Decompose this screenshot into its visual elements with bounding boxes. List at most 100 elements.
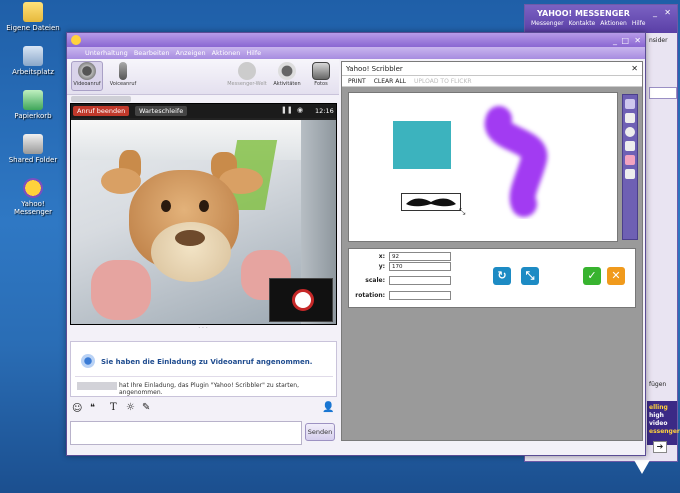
stamp-tool-icon[interactable] bbox=[625, 155, 635, 165]
drawing-canvas[interactable]: ⤡ bbox=[348, 92, 618, 242]
conversation-window: _ □ ✕ Unterhaltung Bearbeiten Anzeigen A… bbox=[66, 32, 646, 456]
bg-search-box[interactable] bbox=[649, 87, 677, 99]
circle-tool-icon[interactable] bbox=[625, 127, 635, 137]
x-input[interactable]: 92 bbox=[389, 252, 451, 261]
yahoo-smiley-icon bbox=[23, 178, 43, 198]
bg-menu-help[interactable]: Hilfe bbox=[632, 20, 646, 27]
menu-conversation[interactable]: Unterhaltung bbox=[85, 49, 128, 59]
desktop-icon-recycle-bin[interactable]: Papierkorb bbox=[4, 90, 62, 120]
desktop-icon-shared-folder[interactable]: Shared Folder bbox=[4, 134, 62, 164]
messenger-brand: YAHOO! MESSENGER bbox=[537, 9, 630, 18]
folder-icon bbox=[23, 2, 43, 22]
close-icon[interactable]: ✕ bbox=[664, 8, 671, 17]
pause-icon[interactable]: ❚❚ bbox=[281, 106, 293, 114]
splitter-handle[interactable]: · · · bbox=[195, 326, 211, 332]
scale-button[interactable]: ⤡ bbox=[521, 267, 539, 285]
confirm-button[interactable]: ✓ bbox=[583, 267, 601, 285]
audible-icon[interactable]: ❝ bbox=[90, 403, 95, 413]
cancel-button[interactable]: ✕ bbox=[607, 267, 625, 285]
formatting-toolbar: ☺ ❝ T ☼ ✎ 👤 bbox=[70, 401, 337, 417]
message-input[interactable] bbox=[70, 421, 302, 445]
desktop-icon-yahoo-messenger[interactable]: Yahoo! Messenger bbox=[4, 178, 62, 216]
shape-properties: x: 92 y: 170 scale: rotation: ↻ ⤡ ✓ ✕ bbox=[348, 248, 636, 308]
close-icon[interactable]: ✕ bbox=[631, 64, 638, 73]
menu-actions[interactable]: Aktionen bbox=[212, 49, 241, 59]
attachment-icon[interactable]: ✎ bbox=[142, 402, 150, 413]
bg-menu-contacts[interactable]: Kontakte bbox=[569, 20, 596, 27]
bg-menu-messenger[interactable]: Messenger bbox=[531, 20, 564, 27]
microphone-icon bbox=[119, 62, 127, 80]
rotation-label: rotation: bbox=[355, 292, 385, 299]
webcam-notice-icon bbox=[81, 354, 95, 368]
title-bar: _ □ ✕ bbox=[67, 33, 645, 47]
webcam-icon bbox=[78, 62, 96, 80]
rectangle-tool-icon[interactable] bbox=[625, 113, 635, 123]
voice-call-button[interactable]: Voiceanruf bbox=[107, 62, 139, 87]
photo-icon bbox=[312, 62, 330, 80]
mustache-shape[interactable] bbox=[401, 193, 461, 211]
video-call-button[interactable]: Videoanruf bbox=[71, 61, 103, 91]
bg-menu-actions[interactable]: Aktionen bbox=[600, 20, 627, 27]
menu-help[interactable]: Hilfe bbox=[246, 49, 261, 59]
scribbler-plugin: Yahoo! Scribbler ✕ PRINT CLEAR ALL UPLOA… bbox=[341, 61, 643, 441]
video-panel: Anruf beenden Warteschleife ❚❚ ◉ 12:16 bbox=[70, 103, 337, 325]
photos-button[interactable]: Fotos bbox=[305, 62, 337, 87]
contact-name-strip bbox=[71, 96, 131, 102]
maximize-icon[interactable]: □ bbox=[621, 36, 629, 45]
minimize-icon[interactable]: _ bbox=[613, 36, 617, 45]
y-label: y: bbox=[378, 263, 385, 270]
conversation-history: Sie haben die Einladung zu Videoanruf an… bbox=[70, 341, 337, 397]
scribbler-menu: PRINT CLEAR ALL UPLOAD TO FLICKR bbox=[342, 76, 642, 87]
invite-accepted-text: Sie haben die Einladung zu Videoanruf an… bbox=[101, 358, 313, 366]
camera-off-icon bbox=[292, 289, 314, 311]
scribbler-title-bar: Yahoo! Scribbler ✕ bbox=[342, 62, 642, 76]
shared-folder-icon bbox=[23, 134, 43, 154]
close-icon[interactable]: ✕ bbox=[634, 36, 641, 45]
self-view-disabled[interactable] bbox=[269, 278, 333, 322]
pen-tool-icon[interactable] bbox=[625, 99, 635, 109]
tool-palette bbox=[622, 94, 638, 240]
menu-bar: Unterhaltung Bearbeiten Anzeigen Aktione… bbox=[67, 47, 645, 59]
y-input[interactable]: 170 bbox=[389, 262, 451, 271]
toolbar: Videoanruf Voiceanruf Messenger-Welt Akt… bbox=[67, 59, 339, 95]
system-message: hat Ihre Einladung, das Plugin "Yahoo! S… bbox=[119, 382, 299, 396]
hold-button[interactable]: Warteschleife bbox=[135, 106, 188, 116]
bg-ad-banner[interactable]: elling high video essenger bbox=[647, 401, 680, 445]
rotation-input[interactable] bbox=[389, 291, 451, 300]
bg-arrow-button[interactable]: ➔ bbox=[653, 441, 667, 453]
contact-details-icon[interactable]: 👤 bbox=[322, 402, 334, 413]
menu-edit[interactable]: Bearbeiten bbox=[134, 49, 170, 59]
recycle-bin-icon bbox=[23, 90, 43, 110]
font-icon[interactable]: T bbox=[110, 402, 117, 413]
end-call-button[interactable]: Anruf beenden bbox=[73, 106, 130, 116]
text-tool-icon[interactable] bbox=[625, 169, 635, 179]
bg-insider-fragment: nsider bbox=[649, 37, 668, 44]
desktop-icon-my-documents[interactable]: Eigene Dateien bbox=[4, 2, 62, 32]
resize-handle-icon[interactable]: ⤡ bbox=[459, 207, 465, 217]
x-label: x: bbox=[378, 253, 385, 260]
desktop-icon-my-computer[interactable]: Arbeitsplatz bbox=[4, 46, 62, 76]
teal-square-shape[interactable] bbox=[393, 121, 451, 169]
menu-view[interactable]: Anzeigen bbox=[176, 49, 206, 59]
tooltip-arrow bbox=[634, 460, 650, 474]
scribbler-title: Yahoo! Scribbler bbox=[346, 65, 403, 73]
minimize-icon[interactable]: _ bbox=[653, 8, 657, 17]
clear-all-button[interactable]: CLEAR ALL bbox=[374, 78, 406, 85]
rotate-button[interactable]: ↻ bbox=[493, 267, 511, 285]
nudge-icon[interactable]: ☼ bbox=[126, 402, 135, 413]
print-button[interactable]: PRINT bbox=[348, 78, 366, 85]
messenger-world-button[interactable]: Messenger-Welt bbox=[227, 62, 267, 87]
emoticon-icon[interactable]: ☺ bbox=[72, 403, 82, 414]
volume-icon[interactable]: ◉ bbox=[297, 106, 303, 114]
send-button[interactable]: Senden bbox=[305, 423, 335, 441]
globe-icon bbox=[238, 62, 256, 80]
bg-add-fragment: fügen bbox=[649, 381, 667, 388]
computer-icon bbox=[23, 46, 43, 66]
yahoo-logo-icon bbox=[71, 35, 81, 45]
line-tool-icon[interactable] bbox=[625, 141, 635, 151]
remote-video-feed bbox=[71, 120, 336, 324]
activities-button[interactable]: Aktivitäten bbox=[271, 62, 303, 87]
purple-stroke-shape[interactable] bbox=[479, 99, 579, 219]
upload-flickr-button[interactable]: UPLOAD TO FLICKR bbox=[414, 78, 472, 85]
scale-input[interactable] bbox=[389, 276, 451, 285]
